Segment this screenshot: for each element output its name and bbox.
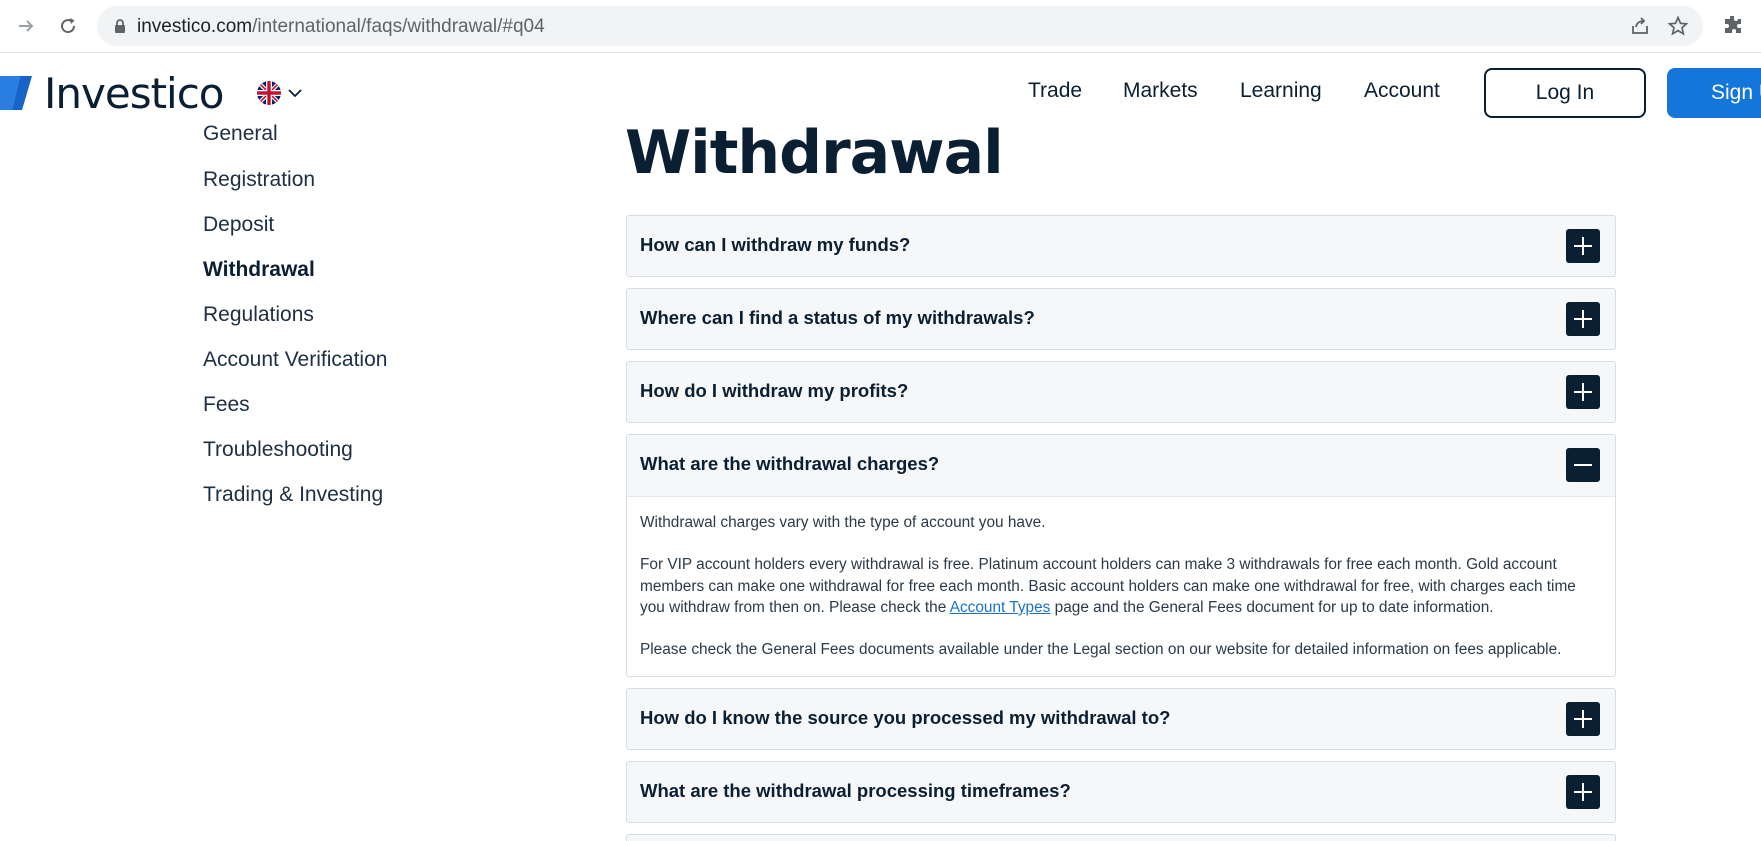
reload-icon bbox=[61, 18, 76, 34]
expand-plus-icon[interactable] bbox=[1566, 375, 1600, 409]
faq-answer: Withdrawal charges vary with the type of… bbox=[640, 512, 1600, 681]
login-button[interactable]: Log In bbox=[1484, 68, 1646, 118]
share-icon[interactable] bbox=[1629, 15, 1651, 37]
sidebar-item-fees[interactable]: Fees bbox=[203, 393, 250, 417]
faq-question[interactable]: How can I withdraw my funds? bbox=[640, 234, 910, 256]
page-title: Withdrawal bbox=[625, 118, 1004, 188]
sidebar-item-troubleshooting[interactable]: Troubleshooting bbox=[203, 438, 353, 462]
browser-toolbar: investico.com/international/faqs/withdra… bbox=[0, 0, 1761, 53]
extensions-puzzle-icon[interactable] bbox=[1721, 13, 1745, 37]
faq-question[interactable]: How do I know the source you processed m… bbox=[640, 707, 1170, 729]
sidebar-item-registration[interactable]: Registration bbox=[203, 168, 315, 192]
faq-question[interactable]: What are the withdrawal charges? bbox=[640, 453, 939, 475]
faq-item[interactable]: What are the withdrawal processing timef… bbox=[626, 761, 1616, 823]
faq-question[interactable]: What are the withdrawal processing timef… bbox=[640, 780, 1071, 802]
sidebar-item-trading-investing[interactable]: Trading & Investing bbox=[203, 483, 383, 507]
faq-item[interactable]: How can I withdraw my funds? bbox=[626, 215, 1616, 277]
account-types-link[interactable]: Account Types bbox=[950, 599, 1051, 616]
sidebar-item-withdrawal[interactable]: Withdrawal bbox=[203, 258, 315, 282]
answer-paragraph: For VIP account holders every withdrawal… bbox=[640, 556, 1576, 616]
nav-learning[interactable]: Learning bbox=[1240, 79, 1322, 103]
sidebar-clip: General bbox=[203, 118, 403, 146]
sidebar-item-regulations[interactable]: Regulations bbox=[203, 303, 314, 327]
expand-plus-icon[interactable] bbox=[1566, 302, 1600, 336]
faq-item[interactable]: Where can I find a status of my withdraw… bbox=[626, 288, 1616, 350]
url-text: investico.com/international/faqs/withdra… bbox=[137, 16, 545, 37]
nav-markets[interactable]: Markets bbox=[1123, 79, 1198, 103]
faq-question[interactable]: How do I withdraw my profits? bbox=[640, 380, 908, 402]
faq-item-partial[interactable] bbox=[626, 834, 1616, 841]
expand-plus-icon[interactable] bbox=[1566, 775, 1600, 809]
sidebar-item-account-verification[interactable]: Account Verification bbox=[203, 348, 387, 372]
forward-button[interactable] bbox=[11, 11, 41, 41]
collapse-minus-icon[interactable] bbox=[1566, 448, 1600, 482]
lock-icon bbox=[115, 19, 125, 33]
expand-plus-icon[interactable] bbox=[1566, 229, 1600, 263]
language-selector[interactable] bbox=[257, 79, 311, 107]
nav-trade[interactable]: Trade bbox=[1028, 79, 1082, 103]
answer-paragraph: Please check the General Fees documents … bbox=[640, 641, 1562, 658]
answer-paragraph: Withdrawal charges vary with the type of… bbox=[640, 514, 1046, 531]
uk-flag-icon bbox=[257, 81, 281, 105]
address-bar[interactable]: investico.com/international/faqs/withdra… bbox=[97, 6, 1703, 46]
nav-account[interactable]: Account bbox=[1364, 79, 1440, 103]
faq-question[interactable]: Where can I find a status of my withdraw… bbox=[640, 307, 1035, 329]
bookmark-star-icon[interactable] bbox=[1667, 15, 1689, 37]
faq-item[interactable]: How do I know the source you processed m… bbox=[626, 688, 1616, 750]
chevron-down-icon bbox=[288, 89, 302, 98]
logo-text[interactable]: Investico bbox=[44, 69, 225, 118]
expand-plus-icon[interactable] bbox=[1566, 702, 1600, 736]
sidebar-item-general[interactable]: General bbox=[203, 122, 278, 146]
arrow-right-icon bbox=[19, 20, 34, 32]
faq-item[interactable]: How do I withdraw my profits? bbox=[626, 361, 1616, 423]
investico-logo-icon[interactable] bbox=[0, 72, 32, 114]
sidebar-item-deposit[interactable]: Deposit bbox=[203, 213, 274, 237]
reload-button[interactable] bbox=[53, 11, 83, 41]
faq-item-expanded[interactable]: What are the withdrawal charges? Withdra… bbox=[626, 434, 1616, 677]
signup-button[interactable]: Sign Up bbox=[1667, 68, 1761, 118]
